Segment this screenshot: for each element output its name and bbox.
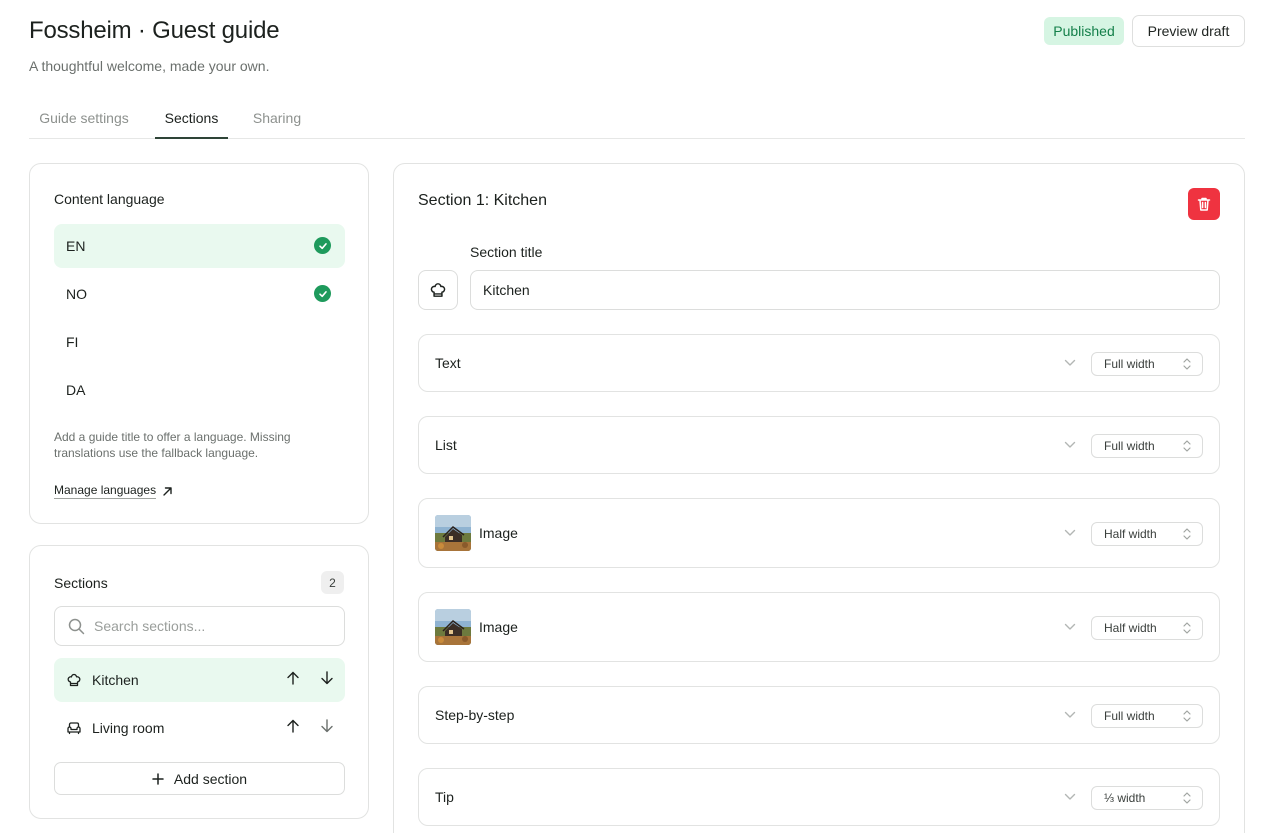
section-editor-card: Section 1: Kitchen Section title Text Fu… [393, 163, 1245, 833]
section-title-input[interactable] [470, 270, 1220, 310]
plus-icon [152, 772, 164, 785]
width-select[interactable]: ⅓ width [1091, 786, 1203, 810]
section-item-label: Living room [92, 720, 165, 736]
arrow-down-icon[interactable] [319, 670, 335, 686]
block-label: Image [479, 619, 518, 635]
language-help-text: Add a guide title to offer a language. M… [54, 430, 291, 460]
chef-hat-icon [430, 283, 446, 297]
width-select[interactable]: Full width [1091, 704, 1203, 728]
width-select-value: Half width [1104, 527, 1157, 541]
block-label: Tip [435, 789, 454, 805]
chevron-up-down-icon [1183, 528, 1191, 540]
delete-section-button[interactable] [1188, 188, 1220, 220]
content-language-card: Content language EN NO FI DA Add a guide… [29, 163, 369, 524]
section-item-label: Kitchen [92, 672, 139, 688]
language-code: NO [66, 286, 87, 302]
block-label: Step-by-step [435, 707, 515, 723]
sofa-icon [67, 722, 81, 735]
chef-hat-icon [67, 673, 81, 687]
check-circle-icon [314, 237, 331, 254]
language-item-fi[interactable]: FI [54, 320, 345, 364]
manage-languages-link[interactable]: Manage languages [54, 483, 173, 499]
width-select[interactable]: Half width [1091, 522, 1203, 546]
sections-heading: Sections [54, 575, 108, 591]
arrow-up-icon[interactable] [285, 670, 301, 686]
section-item-living-room[interactable]: Living room [54, 706, 345, 750]
content-block-image[interactable]: Image Half width [418, 592, 1220, 662]
search-sections-input[interactable] [94, 618, 334, 634]
language-item-da[interactable]: DA [54, 368, 345, 412]
content-block-list[interactable]: List Full width [418, 416, 1220, 474]
search-sections-box [54, 606, 345, 646]
sections-card: Sections 2 Kitchen Living room Add secti… [29, 545, 369, 819]
chevron-down-icon[interactable] [1064, 711, 1076, 719]
content-block-tip[interactable]: Tip ⅓ width [418, 768, 1220, 826]
width-select-value: Full width [1104, 357, 1155, 371]
content-block-image[interactable]: Image Half width [418, 498, 1220, 568]
manage-languages-label: Manage languages [54, 483, 157, 499]
chevron-up-down-icon [1183, 358, 1191, 370]
chevron-up-down-icon [1183, 440, 1191, 452]
tab-bar: Guide settings Sections Sharing [29, 98, 1245, 139]
width-select-value: Half width [1104, 621, 1157, 635]
width-select[interactable]: Full width [1091, 434, 1203, 458]
section-title-label: Section title [470, 244, 543, 260]
section-icon-picker[interactable] [418, 270, 458, 310]
width-select-value: ⅓ width [1104, 791, 1146, 805]
chevron-down-icon[interactable] [1064, 793, 1076, 801]
section-editor-title: Section 1: Kitchen [418, 192, 547, 209]
trash-icon [1197, 197, 1211, 211]
language-item-en[interactable]: EN [54, 224, 345, 268]
add-section-label: Add section [173, 770, 248, 787]
language-code: FI [66, 334, 79, 350]
add-section-button[interactable]: Add section [54, 762, 345, 795]
content-block-text[interactable]: Text Full width [418, 334, 1220, 392]
section-item-kitchen[interactable]: Kitchen [54, 658, 345, 702]
language-code: EN [66, 238, 86, 254]
search-icon [68, 618, 85, 634]
arrow-up-icon[interactable] [285, 718, 301, 734]
chevron-up-down-icon [1183, 792, 1191, 804]
page-title: Fossheim · Guest guide [29, 17, 280, 44]
block-label: Text [435, 355, 461, 371]
width-select-value: Full width [1104, 709, 1155, 723]
block-label: Image [479, 525, 518, 541]
chevron-down-icon[interactable] [1064, 529, 1076, 537]
width-select[interactable]: Half width [1091, 616, 1203, 640]
block-label: List [435, 437, 457, 453]
width-select[interactable]: Full width [1091, 352, 1203, 376]
chevron-down-icon[interactable] [1064, 441, 1076, 449]
arrow-down-icon[interactable] [319, 718, 335, 734]
check-circle-icon [314, 285, 331, 302]
preview-draft-button[interactable]: Preview draft [1132, 15, 1245, 47]
chevron-down-icon[interactable] [1064, 359, 1076, 367]
sections-count-badge: 2 [321, 571, 344, 594]
tab-sections[interactable]: Sections [155, 98, 228, 139]
chevron-down-icon[interactable] [1064, 623, 1076, 631]
language-item-no[interactable]: NO [54, 272, 345, 316]
chevron-up-down-icon [1183, 622, 1191, 634]
tab-sharing[interactable]: Sharing [245, 98, 309, 139]
chevron-up-down-icon [1183, 710, 1191, 722]
width-select-value: Full width [1104, 439, 1155, 453]
content-language-heading: Content language [54, 191, 165, 207]
page-subtitle: A thoughtful welcome, made your own. [29, 58, 270, 74]
tab-guide-settings[interactable]: Guide settings [29, 98, 139, 139]
image-thumbnail [435, 515, 471, 551]
language-code: DA [66, 382, 86, 398]
arrow-up-right-icon [163, 486, 172, 496]
status-badge: Published [1044, 17, 1124, 45]
content-block-step-by-step[interactable]: Step-by-step Full width [418, 686, 1220, 744]
image-thumbnail [435, 609, 471, 645]
